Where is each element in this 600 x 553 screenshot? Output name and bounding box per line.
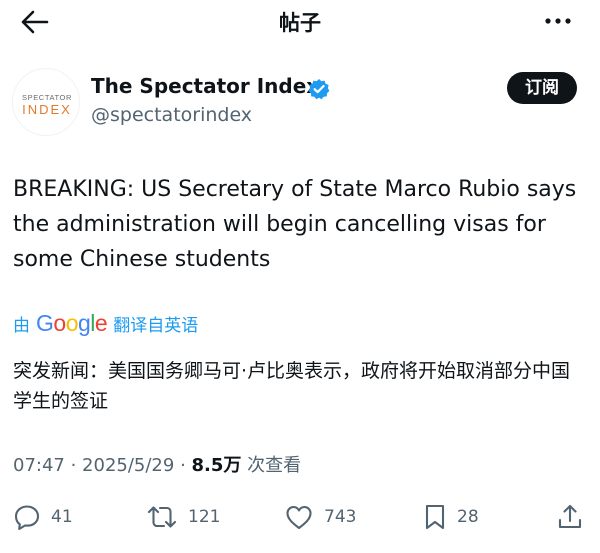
repost-count: 121 [188,507,221,527]
post-meta: 07:47 · 2025/5/29 · 8.5万 次查看 [13,451,301,477]
meta-separator: · [174,455,192,476]
more-horizontal-icon [545,18,571,24]
action-bar: 41 121 743 28 [0,497,600,537]
meta-separator: · [64,455,83,476]
heart-icon [286,505,312,530]
like-button[interactable]: 743 [284,497,356,537]
reply-count: 41 [51,507,73,527]
avatar-logo-line2: INDEX [22,102,72,117]
share-button[interactable] [556,497,584,537]
verified-badge-icon [308,78,330,100]
like-count: 743 [324,507,357,527]
bookmark-icon [425,504,445,530]
google-logo: Google [36,309,108,336]
page-title: 帖子 [279,11,321,35]
post-time[interactable]: 07:47 [13,455,65,476]
top-bar: 帖子 [0,0,600,44]
bookmark-button[interactable]: 28 [423,497,479,537]
avatar-logo-line1: SPECTATOR [22,93,72,102]
views-count: 8.5万 [191,455,242,476]
bookmark-count: 28 [457,507,479,527]
avatar[interactable]: SPECTATOR INDEX [12,68,80,136]
share-icon [558,504,582,529]
translation-prefix: 由 [13,315,30,336]
views-label: 次查看 [241,455,302,476]
translated-text: 突发新闻：美国国务卿马可·卢比奥表示，政府将开始取消部分中国学生的签证 [13,360,571,412]
reply-button[interactable]: 41 [13,497,73,537]
more-options-button[interactable] [544,12,572,30]
repost-icon [147,506,177,528]
translation-source-language: 翻译自英语 [113,315,199,336]
author-handle[interactable]: @spectatorindex [91,104,252,126]
subscribe-button[interactable]: 订阅 [507,72,577,104]
translation-attribution[interactable]: 由 Google 翻译自英语 [13,309,198,337]
post-date[interactable]: 2025/5/29 [82,455,174,476]
reply-icon [14,505,40,531]
author-display-name[interactable]: The Spectator Index [91,74,319,98]
post-text: BREAKING: US Secretary of State Marco Ru… [13,177,577,272]
repost-button[interactable]: 121 [146,497,220,537]
